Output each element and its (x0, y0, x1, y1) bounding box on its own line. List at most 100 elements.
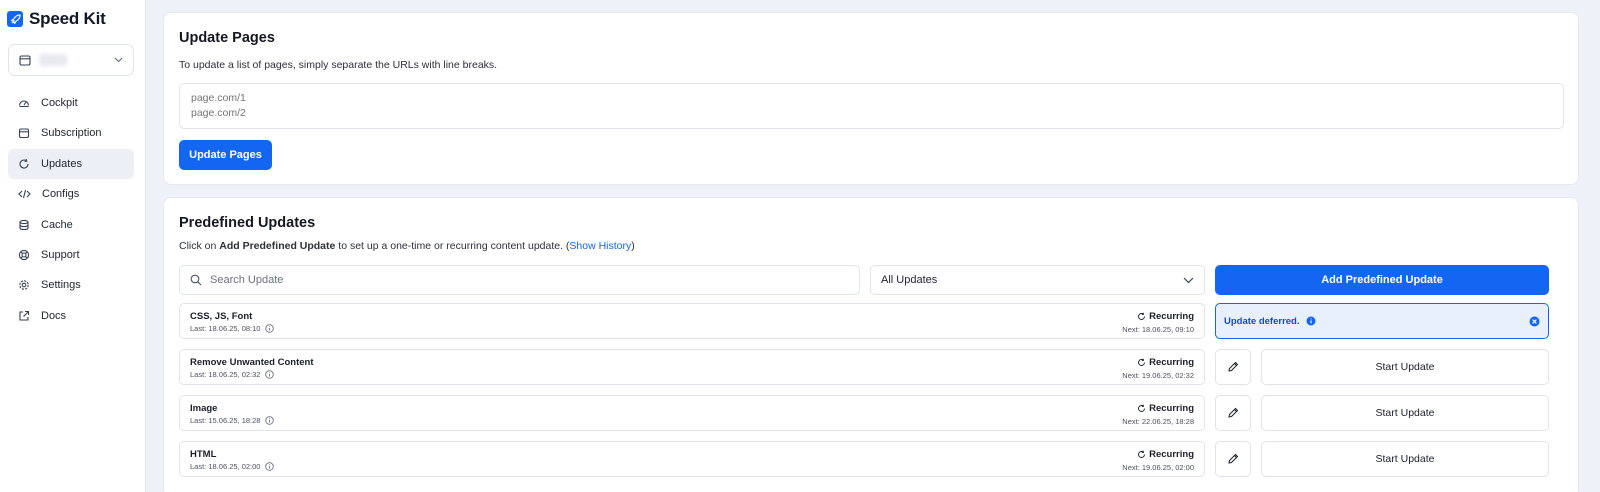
recurring-label: Recurring (1149, 449, 1194, 460)
pencil-icon (1228, 453, 1239, 464)
deferred-text: Update deferred. (1224, 315, 1300, 327)
pencil-icon (1228, 361, 1239, 372)
update-name: Remove Unwanted Content (190, 357, 314, 368)
code-icon (18, 190, 31, 199)
add-predefined-update-button[interactable]: Add Predefined Update (1215, 265, 1549, 295)
sidebar-item-label: Updates (41, 157, 82, 170)
sidebar-item-cockpit[interactable]: Cockpit (8, 88, 134, 118)
update-name: HTML (190, 449, 217, 460)
edit-update-button[interactable] (1215, 349, 1251, 385)
sidebar-item-label: Support (41, 248, 80, 261)
sidebar-item-configs[interactable]: Configs (8, 179, 134, 209)
url-list-input[interactable] (179, 83, 1564, 129)
update-next-run: Next: 22.06.25, 18:28 (1122, 417, 1194, 426)
search-placeholder: Search Update (210, 274, 284, 286)
recurring-badge: Recurring (1137, 311, 1194, 322)
brand-name: Speed Kit (29, 9, 106, 28)
sidebar-item-label: Cache (41, 218, 73, 231)
update-pages-description: To update a list of pages, simply separa… (179, 59, 498, 71)
window-icon (19, 54, 31, 66)
sidebar-item-subscription[interactable]: Subscription (8, 118, 134, 148)
predefined-updates-card: Predefined Updates Click on Add Predefin… (163, 197, 1579, 492)
gear-icon (19, 280, 29, 291)
info-icon[interactable] (265, 324, 275, 333)
gauge-icon (18, 100, 30, 108)
database-icon (19, 219, 29, 230)
recurring-badge: Recurring (1137, 357, 1194, 368)
sidebar-item-label: Configs (42, 188, 80, 201)
sidebar-item-label: Subscription (41, 127, 102, 140)
refresh-icon (19, 158, 29, 169)
info-icon[interactable] (265, 370, 275, 379)
sidebar-item-label: Docs (41, 309, 67, 322)
update-last-run: Last: 15.06.25, 18:28 (190, 416, 275, 425)
search-icon (190, 274, 202, 286)
recurring-label: Recurring (1149, 357, 1194, 368)
update-last-run: Last: 18.06.25, 02:00 (190, 462, 275, 471)
start-update-button[interactable]: Start Update (1261, 441, 1549, 477)
brand[interactable]: Speed Kit (7, 9, 106, 29)
chevron-down-icon (1183, 277, 1194, 283)
sidebar-item-label: Settings (41, 279, 81, 292)
sidebar-item-docs[interactable]: Docs (8, 301, 134, 331)
update-next-run: Next: 19.06.25, 02:00 (1122, 463, 1194, 472)
repeat-icon (1138, 358, 1146, 366)
sidebar-nav: Cockpit Subscription Updates Configs Cac… (8, 88, 134, 331)
update-row[interactable]: Image Last: 15.06.25, 18:28 Recurring Ne… (179, 395, 1205, 431)
update-next-run: Next: 18.06.25, 09:10 (1122, 325, 1194, 334)
show-history-link[interactable]: Show History (569, 240, 631, 252)
info-icon[interactable] (265, 462, 275, 471)
search-update-input[interactable]: Search Update (179, 265, 860, 295)
update-pages-card: Update Pages To update a list of pages, … (163, 12, 1579, 185)
repeat-icon (1138, 450, 1146, 458)
sidebar-item-cache[interactable]: Cache (8, 210, 134, 240)
last-run-text: Last: 18.06.25, 08:10 (190, 324, 261, 333)
sidebar-item-settings[interactable]: Settings (8, 270, 134, 300)
predefined-updates-description: Click on Add Predefined Update to set up… (179, 240, 635, 252)
sidebar-item-updates[interactable]: Updates (8, 148, 134, 179)
predefined-updates-title: Predefined Updates (179, 215, 316, 231)
rocket-logo-icon (7, 11, 23, 27)
repeat-icon (1138, 312, 1146, 320)
update-row[interactable]: Remove Unwanted Content Last: 18.06.25, … (179, 349, 1205, 385)
update-name: CSS, JS, Font (190, 311, 253, 322)
edit-update-button[interactable] (1215, 441, 1251, 477)
update-next-run: Next: 19.06.25, 02:32 (1122, 371, 1194, 380)
app-selector[interactable] (8, 44, 134, 76)
sidebar-item-label: Cockpit (41, 97, 78, 109)
recurring-label: Recurring (1149, 311, 1194, 322)
last-run-text: Last: 18.06.25, 02:32 (190, 370, 261, 379)
update-row[interactable]: HTML Last: 18.06.25, 02:00 Recurring Nex… (179, 441, 1205, 477)
info-icon[interactable] (265, 416, 275, 425)
sidebar: Speed Kit Cockpit Subscription Updates C… (0, 0, 146, 492)
lifebuoy-icon (18, 249, 30, 261)
external-link-icon (19, 310, 30, 321)
last-run-text: Last: 18.06.25, 02:00 (190, 462, 261, 471)
update-row[interactable]: CSS, JS, Font Last: 18.06.25, 08:10 Recu… (179, 303, 1205, 339)
desc-bold: Add Predefined Update (219, 240, 336, 252)
desc-text: ) (631, 240, 635, 252)
recurring-badge: Recurring (1137, 403, 1194, 414)
updates-filter-select[interactable]: All Updates (870, 265, 1205, 295)
update-deferred-notice: Update deferred. (1215, 303, 1549, 339)
close-icon[interactable] (1529, 316, 1540, 327)
desc-text: Click on (179, 240, 220, 252)
recurring-badge: Recurring (1137, 449, 1194, 460)
filter-value: All Updates (881, 274, 938, 286)
update-last-run: Last: 18.06.25, 08:10 (190, 324, 275, 333)
chevron-down-icon (114, 57, 123, 63)
update-pages-button[interactable]: Update Pages (179, 140, 272, 170)
start-update-button[interactable]: Start Update (1261, 395, 1549, 431)
update-last-run: Last: 18.06.25, 02:32 (190, 370, 275, 379)
last-run-text: Last: 15.06.25, 18:28 (190, 416, 261, 425)
pencil-icon (1228, 407, 1239, 418)
desc-text: to set up a one-time or recurring conten… (335, 240, 570, 252)
info-filled-icon[interactable] (1306, 316, 1316, 326)
edit-update-button[interactable] (1215, 395, 1251, 431)
sidebar-item-support[interactable]: Support (8, 240, 134, 270)
calendar-icon (18, 128, 30, 139)
app-name-redacted (39, 54, 67, 66)
start-update-button[interactable]: Start Update (1261, 349, 1549, 385)
recurring-label: Recurring (1149, 403, 1194, 414)
update-name: Image (190, 403, 218, 414)
